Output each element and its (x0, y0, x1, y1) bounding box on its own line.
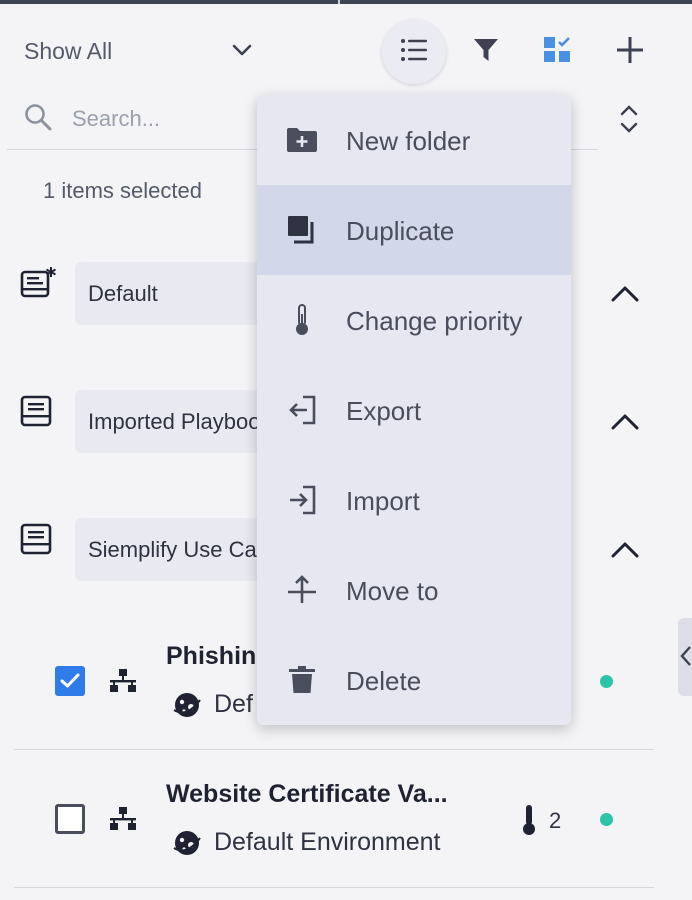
menu-item-label: New folder (346, 126, 471, 156)
environment-label: Default Environment (214, 828, 441, 856)
menu-item-label: Move to (346, 576, 439, 606)
grid-check-icon (543, 36, 573, 69)
playbook-title: Phishing (166, 642, 256, 670)
folder-plus-icon (285, 123, 319, 157)
list-options-button[interactable] (382, 20, 446, 84)
environment-label: Default Environment (214, 690, 254, 718)
menu-item-export[interactable]: Export (257, 365, 571, 455)
menu-item-label: Export (346, 396, 422, 426)
menu-item-new-folder[interactable]: New folder (257, 95, 571, 185)
duplicate-icon (285, 213, 319, 247)
menu-item-duplicate[interactable]: Duplicate (257, 185, 571, 275)
move-to-icon (285, 573, 319, 607)
folder-icon (20, 523, 54, 562)
menu-item-move-to[interactable]: Move to (257, 545, 571, 635)
menu-item-label: Import (346, 486, 420, 516)
options-menu: New folder Duplicate Change priority Exp… (257, 95, 571, 725)
folder-label: Siemplify Use Cases (88, 537, 278, 562)
menu-item-label: Change priority (346, 306, 523, 336)
default-folder-icon (20, 266, 58, 307)
thermometer-icon (520, 804, 538, 841)
menu-item-import[interactable]: Import (257, 455, 571, 545)
plus-icon (616, 36, 644, 69)
grid-view-button[interactable] (526, 20, 590, 84)
folder-default[interactable]: Default (75, 262, 275, 325)
collapse-panel-handle[interactable] (678, 618, 692, 696)
environment-icon (172, 828, 202, 863)
filter-icon (473, 37, 499, 68)
menu-item-label: Duplicate (346, 216, 455, 246)
folder-imported-playbooks[interactable]: Imported Playbooks (75, 390, 278, 453)
priority-value: 2 (549, 808, 562, 833)
trash-icon (285, 663, 319, 697)
playbook-title: Website Certificate Va... (166, 780, 448, 808)
row-divider (14, 887, 654, 888)
folder-siemplify-use-cases[interactable]: Siemplify Use Cases (75, 518, 278, 581)
chevron-down-icon[interactable] (232, 44, 252, 63)
import-icon (285, 483, 319, 517)
row-checkbox[interactable] (55, 804, 85, 834)
row-divider (14, 749, 654, 750)
list-icon (400, 38, 428, 67)
filter-button[interactable] (454, 20, 518, 84)
collapse-chevron-icon[interactable] (611, 284, 639, 307)
add-button[interactable] (598, 20, 662, 84)
search-icon (24, 103, 52, 136)
workflow-icon (109, 668, 137, 699)
menu-item-delete[interactable]: Delete (257, 635, 571, 725)
folder-label: Default (88, 281, 158, 306)
top-border (0, 0, 692, 4)
collapse-chevron-icon[interactable] (611, 412, 639, 435)
environment-icon (172, 690, 202, 725)
show-all-select[interactable]: Show All (24, 38, 112, 65)
folder-icon (20, 395, 54, 434)
workflow-icon (109, 806, 137, 837)
status-dot (600, 813, 613, 826)
menu-item-label: Delete (346, 666, 422, 696)
search-input[interactable] (70, 100, 254, 138)
selected-count: 1 items selected (43, 178, 202, 203)
sort-icon[interactable] (618, 104, 640, 139)
thermometer-icon (285, 303, 319, 337)
collapse-chevron-icon[interactable] (611, 540, 639, 563)
status-dot (600, 675, 613, 688)
export-icon (285, 393, 319, 427)
row-checkbox[interactable] (55, 666, 85, 696)
folder-label: Imported Playbooks (88, 409, 278, 434)
menu-item-change-priority[interactable]: Change priority (257, 275, 571, 365)
